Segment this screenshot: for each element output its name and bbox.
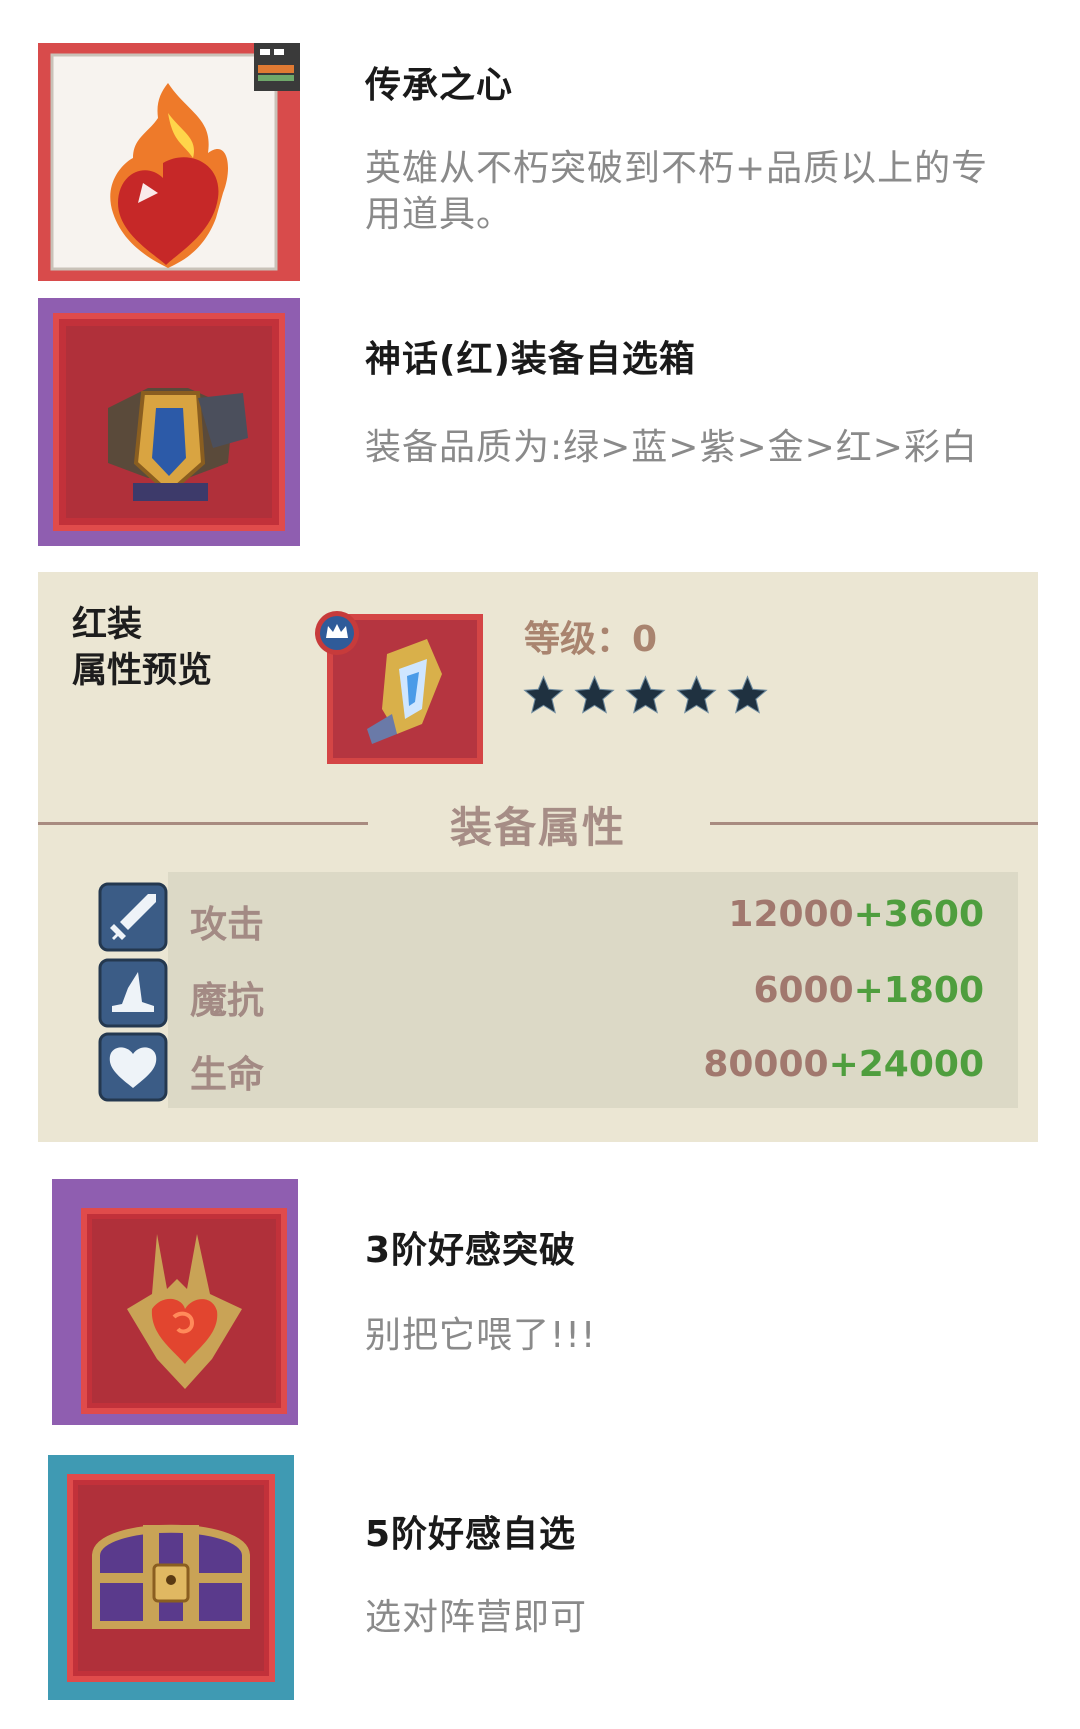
star-icon [523,675,564,714]
item-description: 英雄从不朽突破到不朽+品质以上的专用道具。 [365,148,989,235]
stat-base-value: 12000 [728,894,854,935]
item-description: 装备品质为:绿>蓝>紫>金>红>彩白 [365,427,978,468]
item-title: 传承之心 [365,65,514,106]
stat-bonus-value: +1800 [853,970,984,1011]
flaming-heart-icon [38,43,300,281]
item-mythic-equipment-box[interactable]: 神话(红)装备自选箱 装备品质为:绿>蓝>紫>金>红>彩白 [0,290,1080,555]
treasure-chest-icon [48,1455,294,1700]
golden-heart-relic-icon [52,1179,298,1425]
sword-icon [98,882,168,952]
stat-bonus-value: +3600 [853,894,984,935]
star-icon [727,675,768,714]
level-text: 等级：0 [524,619,658,660]
stat-value: 80000+24000 [703,1044,984,1085]
stat-value: 6000+1800 [753,970,984,1011]
stat-row-health: 生命 80000+24000 [38,1032,1038,1104]
stat-value: 12000+3600 [728,894,984,935]
crown-badge-icon [314,610,360,656]
item-affinity-breakthrough-3[interactable]: 3阶好感突破 别把它喂了!!! [0,1165,1080,1455]
item-heritage-heart[interactable]: 传承之心 英雄从不朽突破到不朽+品质以上的专用道具。 [0,0,1080,290]
star-rating [522,674,769,717]
wizard-hat-icon [98,958,168,1028]
stat-row-magic-resist: 魔抗 6000+1800 [38,958,1038,1030]
section-title: 装备属性 [449,803,626,852]
stat-name: 攻击 [190,903,264,946]
heart-icon [98,1032,168,1102]
item-title: 神话(红)装备自选箱 [365,339,696,380]
star-icon [574,675,615,714]
armor-chest-icon [38,298,300,546]
preview-label-line1: 红装 [72,605,143,645]
stat-row-attack: 攻击 12000+3600 [38,882,1038,954]
stat-bonus-value: +24000 [828,1044,984,1085]
item-description: 选对阵营即可 [365,1597,588,1638]
item-description: 别把它喂了!!! [365,1315,597,1356]
preview-label: 红装 属性预览 [72,602,212,694]
star-icon [625,675,666,714]
item-title: 5阶好感自选 [365,1514,577,1555]
item-title: 3阶好感突破 [365,1230,577,1271]
item-affinity-select-5[interactable]: 5阶好感自选 选对阵营即可 [0,1455,1080,1729]
equipment-preview-panel: 红装 属性预览 等级：0 装备属性 攻击 12000+3600 魔抗 6000+… [38,572,1038,1142]
stat-name: 生命 [190,1053,264,1096]
stat-base-value: 80000 [703,1044,829,1085]
star-icon [676,675,717,714]
preview-label-line2: 属性预览 [72,651,213,691]
stat-base-value: 6000 [753,970,854,1011]
stat-name: 魔抗 [190,979,264,1022]
